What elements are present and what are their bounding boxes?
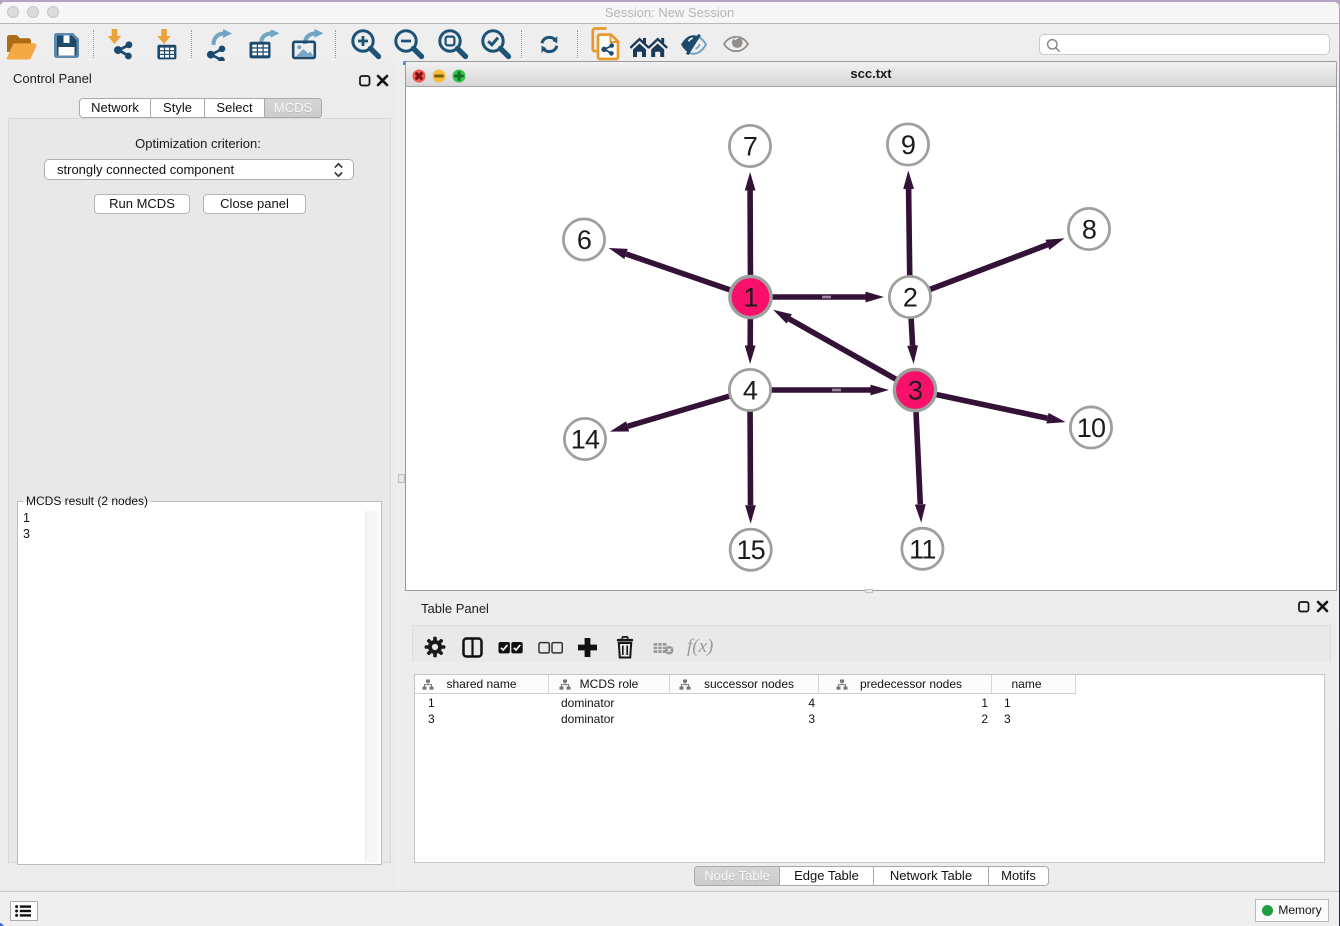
svg-text:7: 7 bbox=[743, 132, 757, 162]
svg-text:15: 15 bbox=[736, 535, 764, 565]
svg-text:10: 10 bbox=[1077, 413, 1105, 443]
svg-text:6: 6 bbox=[577, 225, 591, 255]
svg-text:11: 11 bbox=[909, 534, 935, 564]
svg-text:8: 8 bbox=[1082, 215, 1096, 245]
svg-text:9: 9 bbox=[901, 130, 915, 160]
svg-text:1: 1 bbox=[743, 283, 757, 313]
svg-text:2: 2 bbox=[903, 283, 917, 313]
svg-text:4: 4 bbox=[743, 376, 758, 406]
svg-text:14: 14 bbox=[571, 425, 600, 455]
svg-text:3: 3 bbox=[908, 376, 922, 406]
